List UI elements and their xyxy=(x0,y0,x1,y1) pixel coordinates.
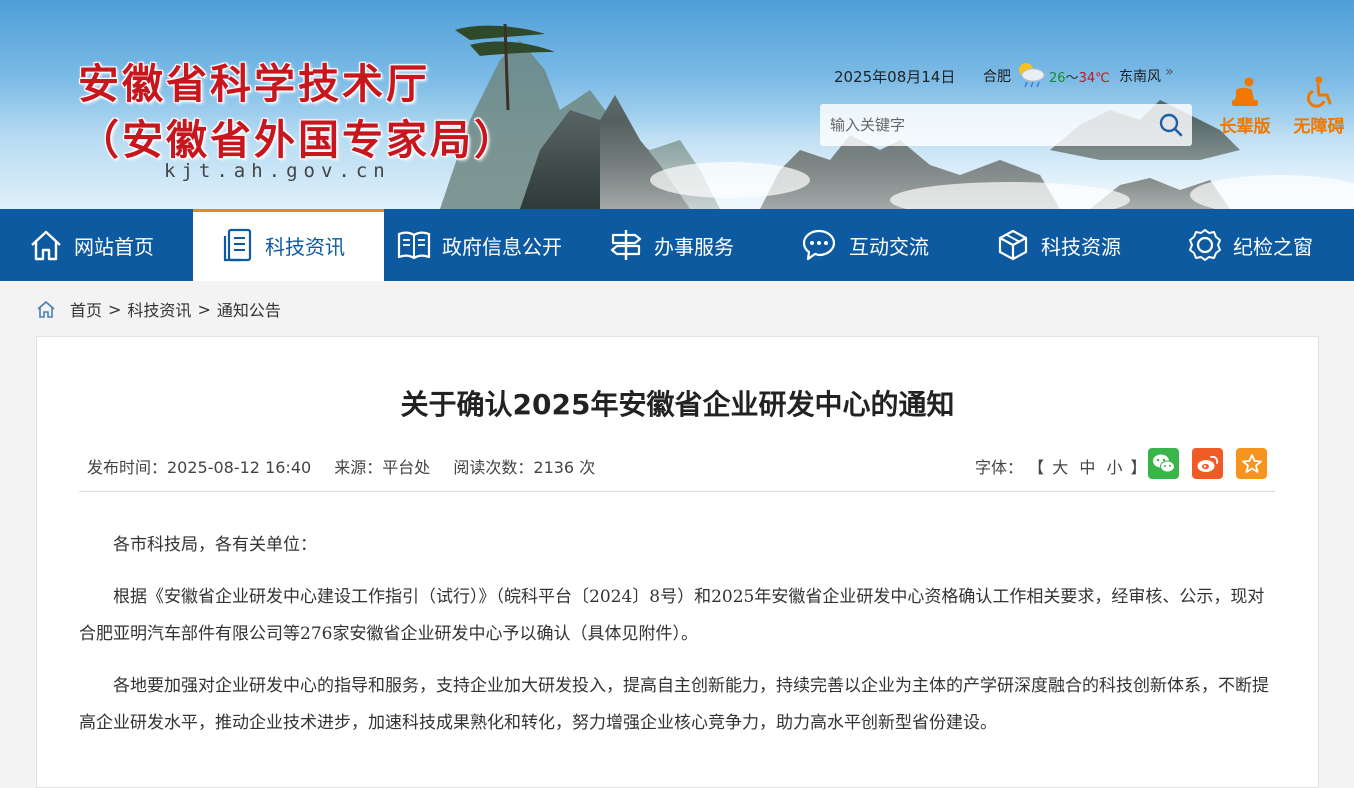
font-bracket-close: 】 xyxy=(1130,458,1147,477)
meta-divider xyxy=(79,491,1275,492)
nav-item-discipline[interactable]: 纪检之窗 xyxy=(1187,209,1313,281)
paragraph-1: 根据《安徽省企业研发中心建设工作指引（试行）》（皖科平台〔2024〕8号）和20… xyxy=(79,587,1265,644)
elder-mode-button[interactable]: 长辈版 xyxy=(1216,76,1274,137)
article-source: 来源：平台处 xyxy=(334,458,431,477)
breadcrumb-home[interactable]: 首页 xyxy=(70,297,102,321)
nav-item-gov-info[interactable]: 政府信息公开 xyxy=(396,209,562,281)
gear-badge-icon xyxy=(1189,229,1221,261)
home-icon xyxy=(31,230,61,261)
site-title-line1: 安徽省科学技术厅 xyxy=(78,60,430,108)
weibo-icon xyxy=(1197,455,1218,472)
share-wechat-button[interactable] xyxy=(1148,448,1179,479)
share-favorite-button[interactable] xyxy=(1236,448,1267,479)
chat-icon xyxy=(802,229,836,261)
breadcrumb-separator: > xyxy=(197,299,211,319)
nav-label-discipline: 纪检之窗 xyxy=(1233,234,1313,259)
header-banner: 安徽省科学技术厅 （安徽省外国专家局） kjt.ah.gov.cn 2025年0… xyxy=(0,0,1354,209)
temperature: 26～34℃ xyxy=(1049,67,1110,86)
font-bracket-open: 【 xyxy=(1028,458,1045,477)
temp-low: 26 xyxy=(1049,71,1066,86)
wind-direction: 东南风 xyxy=(1119,69,1161,85)
favorite-icon xyxy=(1241,453,1262,473)
publish-time: 发布时间：2025-08-12 16:40 xyxy=(87,458,312,477)
wheelchair-icon xyxy=(1307,76,1332,108)
article-panel: 关于确认2025年安徽省企业研发中心的通知 发布时间：2025-08-12 16… xyxy=(36,336,1319,788)
nav-label-home: 网站首页 xyxy=(74,234,154,259)
nav-label-services: 办事服务 xyxy=(654,234,734,259)
font-size-label: 字体： xyxy=(975,458,1024,477)
font-medium-button[interactable]: 中 xyxy=(1079,458,1095,477)
site-title[interactable]: 安徽省科学技术厅 （安徽省外国专家局） xyxy=(78,56,518,168)
nav-item-home[interactable]: 网站首页 xyxy=(28,209,154,281)
accessibility-button[interactable]: 无障碍 xyxy=(1288,76,1350,137)
nav-label-interaction: 互动交流 xyxy=(849,234,929,259)
nav-label-sci-news: 科技资讯 xyxy=(265,234,345,259)
search-box xyxy=(820,104,1192,146)
font-small-button[interactable]: 小 xyxy=(1106,458,1122,477)
article-meta: 发布时间：2025-08-12 16:40 来源：平台处 阅读次数：2136 次 xyxy=(87,454,613,478)
font-large-button[interactable]: 大 xyxy=(1052,458,1068,477)
cube-icon xyxy=(998,229,1028,261)
book-icon xyxy=(397,231,431,260)
nav-item-services[interactable]: 办事服务 xyxy=(608,209,734,281)
nav-label-resources: 科技资源 xyxy=(1041,234,1121,259)
wechat-icon xyxy=(1152,454,1175,472)
article-body: 各市科技局，各有关单位： 根据《安徽省企业研发中心建设工作指引（试行）》（皖科平… xyxy=(79,527,1279,757)
temp-high: 34℃ xyxy=(1078,71,1110,86)
nav-label-gov-info: 政府信息公开 xyxy=(442,234,562,259)
breadcrumb-notices[interactable]: 通知公告 xyxy=(217,297,281,321)
home-icon[interactable] xyxy=(36,299,56,319)
site-domain: kjt.ah.gov.cn xyxy=(164,160,391,182)
share-weibo-button[interactable] xyxy=(1192,448,1223,479)
main-nav: 网站首页 科技资讯 政府信息公开 办事服务 互动交流 科技资源 纪检之窗 xyxy=(0,209,1354,281)
search-input[interactable] xyxy=(820,104,1150,146)
search-icon[interactable] xyxy=(1156,110,1186,140)
signpost-icon xyxy=(610,230,642,260)
nav-item-interaction[interactable]: 互动交流 xyxy=(801,209,929,281)
weather-more-link[interactable]: » xyxy=(1165,64,1173,80)
current-date: 2025年08月14日 xyxy=(834,68,956,86)
paragraph-salutation: 各市科技局，各有关单位： xyxy=(113,535,317,555)
breadcrumb-separator: > xyxy=(108,299,122,319)
weather-city: 合肥 xyxy=(983,69,1011,85)
paragraph-2: 各地要加强对企业研发中心的指导和服务，支持企业加大研发投入，提高自主创新能力，持… xyxy=(79,676,1269,733)
nav-item-sci-news[interactable]: 科技资讯 xyxy=(193,209,384,281)
accessibility-label: 无障碍 xyxy=(1293,117,1345,137)
font-size-control: 字体： 【 大 中 小 】 xyxy=(975,454,1147,478)
article-title: 关于确认2025年安徽省企业研发中心的通知 xyxy=(400,388,955,421)
temp-sep: ～ xyxy=(1065,71,1079,86)
view-count: 阅读次数：2136 次 xyxy=(453,458,596,477)
breadcrumb-sci-news[interactable]: 科技资讯 xyxy=(127,297,191,321)
elder-mode-label: 长辈版 xyxy=(1219,117,1271,137)
nav-item-resources[interactable]: 科技资源 xyxy=(995,209,1121,281)
document-icon xyxy=(223,228,252,262)
breadcrumb: 首页 > 科技资讯 > 通知公告 xyxy=(36,297,281,321)
elder-icon xyxy=(1232,77,1258,107)
sun-cloud-rain-icon xyxy=(1019,63,1045,88)
